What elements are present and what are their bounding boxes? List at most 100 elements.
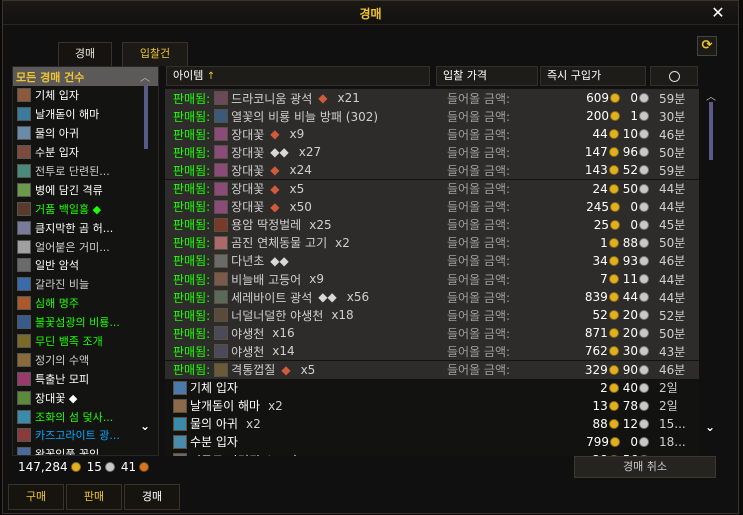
scroll-up-icon[interactable]: ︿ (706, 88, 716, 103)
category-item[interactable]: 정기의 수액 (13, 350, 158, 369)
category-item[interactable]: 왕꽃잎풀 꽃잎 (13, 445, 158, 455)
incoming-amount-label: 들어올 금액: (447, 254, 511, 269)
category-item[interactable]: 무딘 뱀족 조개 (13, 332, 158, 351)
category-item[interactable]: 병에 담긴 격류 (13, 180, 158, 199)
incoming-amount-label: 들어올 금액: (447, 145, 511, 160)
auction-row[interactable]: 판매됨: 용암 딱정벌레 x25 들어올 금액: 25 0 45분 (165, 215, 699, 234)
scroll-thumb[interactable] (144, 85, 148, 149)
auction-row[interactable]: 판매됨: 장대꽃 ◆ x24 들어올 금액: 143 52 59분 (165, 161, 699, 180)
item-name: 물의 아귀 (190, 417, 238, 432)
buyout-price: 147 96 (535, 145, 653, 159)
silver-coin-icon (639, 183, 649, 194)
auction-row[interactable]: 날개돋이 해마 x2 13 78 2일 (165, 397, 699, 415)
sold-prefix: 판매됨: (173, 363, 211, 378)
item-icon (17, 201, 31, 216)
time-left: 59분 (659, 91, 686, 106)
category-item[interactable]: 일반 암석 (13, 256, 158, 275)
tab-auctions[interactable]: 경매 (124, 484, 180, 510)
category-item[interactable]: 특출난 모피 (13, 369, 158, 388)
category-scrollbar[interactable]: ︿ ⌄ (140, 69, 152, 433)
auction-row[interactable]: 판매됨: 비늘배 고등어 x9 들어올 금액: 7 11 44분 (165, 270, 699, 289)
gold-amount: 34 (592, 253, 608, 268)
category-item[interactable]: 수분 입자 (13, 143, 158, 162)
item-icon (17, 428, 31, 443)
auction-row[interactable]: 판매됨: 야생천 x16 들어올 금액: 871 20 50분 (165, 324, 699, 343)
auction-row[interactable]: 판매됨: 열꽃의 비룡 비늘 방패 (302) 들어올 금액: 200 1 30분 (165, 107, 699, 126)
time-left: 59분 (659, 163, 686, 178)
category-label: 조화의 섬 덫사... (35, 410, 114, 424)
gold-amount: 88 (592, 416, 608, 431)
auction-row[interactable]: 수분 입자 799 0 18... (165, 433, 699, 451)
cancel-auction-button[interactable]: 경매 취소 (574, 456, 716, 478)
category-item[interactable]: 장대꽃 ◆ (13, 388, 158, 407)
sold-prefix: 판매됨: (173, 163, 211, 178)
auction-row[interactable]: 판매됨: 장대꽃 ◆ x5 들어올 금액: 24 50 44분 (165, 179, 699, 198)
list-scrollbar[interactable]: ︿ ⌄ (704, 88, 718, 446)
category-label: 정기의 수액 (35, 353, 90, 367)
silver-amount: 96 (622, 145, 638, 160)
category-item[interactable]: 기체 입자 (13, 86, 158, 105)
scroll-thumb[interactable] (709, 102, 713, 160)
buyout-price: 200 1 (535, 109, 653, 123)
tab-bids[interactable]: 입찰건 (122, 42, 188, 66)
auction-row[interactable]: 판매됨: 장대꽃 ◆ x50 들어올 금액: 245 0 44분 (165, 197, 699, 216)
column-item[interactable]: 아이템 ↑ (166, 66, 430, 86)
auction-row[interactable]: 판매됨: 장대꽃 ◆◆ x27 들어올 금액: 147 96 50분 (165, 143, 699, 162)
sold-prefix: 판매됨: (173, 91, 211, 106)
auction-row[interactable]: 판매됨: 격통껍질 ◆ x5 들어올 금액: 329 90 46분 (165, 360, 699, 379)
auction-row[interactable]: 판매됨: 세레바이트 광석 ◆◆ x56 들어올 금액: 839 44 44분 (165, 288, 699, 307)
gold-amount: 871 (584, 326, 608, 341)
time-left: 46분 (659, 254, 686, 269)
item-name: 장대꽃 (231, 163, 265, 178)
item-quantity: x27 (298, 145, 322, 160)
column-bid[interactable]: 입찰 가격 (436, 66, 538, 86)
auction-row[interactable]: 판매됨: 드라코니움 광석 ◆ x21 들어올 금액: 609 0 59분 (165, 89, 699, 108)
category-item[interactable]: 카즈고라이트 광... (13, 426, 158, 445)
category-item[interactable]: 전투로 단련된... (13, 162, 158, 181)
auction-row[interactable]: 기체 입자 2 40 2일 (165, 379, 699, 397)
silver-amount: 1 (630, 109, 638, 124)
category-item[interactable]: 거품 백일홍 ◆ (13, 199, 158, 218)
scroll-up-icon[interactable]: ︿ (140, 69, 150, 84)
gold-amount: 245 (586, 199, 609, 214)
silver-coin-icon (639, 219, 649, 230)
category-item[interactable]: 큼지막한 곰 허... (13, 218, 158, 237)
tab-buy[interactable]: 구매 (8, 484, 64, 510)
auction-row[interactable]: 판매됨: 장대꽃 ◆ x9 들어올 금액: 44 10 46분 (165, 125, 699, 144)
auction-row[interactable]: 판매됨: 곰진 연체동물 고기 x2 들어올 금액: 1 88 50분 (165, 233, 699, 252)
currency-display: 147,284 15 41 (18, 460, 153, 474)
gold-amount: 44 (592, 127, 608, 142)
column-buyout[interactable]: 즉시 구입가 (540, 66, 646, 86)
refresh-icon[interactable]: ⟳ (697, 36, 717, 56)
category-item[interactable]: 심해 명주 (13, 294, 158, 313)
silver-amount: 52 (622, 163, 638, 178)
time-left: 50분 (659, 236, 686, 251)
incoming-amount-label: 들어올 금액: (447, 182, 511, 197)
category-item[interactable]: 불꽃섬광의 비룡... (13, 313, 158, 332)
category-item[interactable]: 모든 경매 건수 (13, 67, 158, 86)
item-icon (17, 258, 31, 273)
gold-coin-icon (610, 219, 620, 230)
column-time[interactable] (650, 66, 698, 86)
gold-coin-icon (608, 418, 619, 429)
auction-row[interactable]: 판매됨: 너덜너덜한 야생천 x18 들어올 금액: 52 20 52분 (165, 306, 699, 325)
auction-row[interactable]: 판매됨: 다년초 ◆◆ 들어올 금액: 34 93 46분 (165, 251, 699, 270)
category-item[interactable]: 얼어붙은 거미... (13, 237, 158, 256)
close-icon[interactable]: ✕ (710, 3, 726, 22)
gold-coin-icon (610, 436, 620, 447)
scroll-down-icon[interactable]: ⌄ (705, 420, 715, 434)
item-name: 너덜너덜한 야생천 (231, 308, 324, 323)
category-item[interactable]: 갈라진 비늘 (13, 275, 158, 294)
silver-amount: 10 (622, 127, 638, 142)
tab-auction[interactable]: 경매 (58, 42, 112, 66)
auction-row[interactable]: 물의 아귀 x2 88 12 15... (165, 415, 699, 433)
time-left: 15... (659, 416, 686, 431)
gold-coin-icon (608, 292, 619, 303)
tab-sell[interactable]: 판매 (66, 484, 122, 510)
category-item[interactable]: 날개돋이 해마 (13, 105, 158, 124)
gold-coin-icon (608, 346, 619, 357)
category-item[interactable]: 조화의 섬 덫사... (13, 407, 158, 426)
category-item[interactable]: 물의 아귀 (13, 124, 158, 143)
scroll-down-icon[interactable]: ⌄ (140, 419, 150, 433)
auction-row[interactable]: 판매됨: 야생천 x14 들어올 금액: 762 30 43분 (165, 342, 699, 361)
